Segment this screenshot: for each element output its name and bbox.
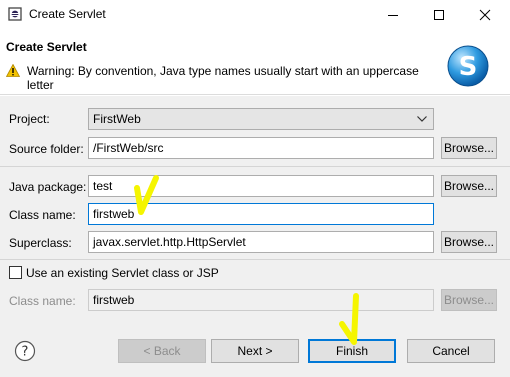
superclass-label: Superclass: [9, 236, 72, 250]
back-button: < Back [118, 339, 206, 363]
java-package-label: Java package: [9, 180, 87, 194]
finish-button[interactable]: Finish [308, 339, 396, 363]
title-bar: Create Servlet [0, 0, 510, 30]
use-existing-label[interactable]: Use an existing Servlet class or JSP [26, 266, 219, 280]
form-area: Project: FirstWeb Source folder: /FirstW… [0, 96, 510, 326]
java-package-browse-button[interactable]: Browse... [441, 175, 497, 197]
svg-text:S: S [459, 52, 478, 82]
cancel-button[interactable]: Cancel [407, 339, 495, 363]
superclass-input[interactable]: javax.servlet.http.HttpServlet [88, 231, 434, 253]
existing-class-label: Class name: [9, 294, 76, 308]
button-bar: ? < Back Next > Finish Cancel [0, 326, 510, 377]
source-folder-browse-button[interactable]: Browse... [441, 137, 497, 159]
banner-title: Create Servlet [6, 40, 87, 54]
class-name-input[interactable]: firstweb [88, 203, 434, 225]
project-select[interactable]: FirstWeb [88, 108, 434, 130]
help-icon[interactable]: ? [14, 340, 36, 362]
existing-class-browse-button: Browse... [441, 289, 497, 311]
window-title: Create Servlet [29, 7, 106, 21]
source-folder-label: Source folder: [9, 142, 84, 156]
warning-icon [6, 64, 20, 77]
superclass-browse-button[interactable]: Browse... [441, 231, 497, 253]
minimize-icon [388, 15, 398, 16]
existing-class-input: firstweb [88, 289, 434, 311]
servlet-logo-icon: S [447, 45, 489, 87]
separator [0, 259, 510, 260]
svg-text:?: ? [22, 345, 29, 360]
chevron-down-icon [417, 116, 427, 122]
class-name-label: Class name: [9, 208, 76, 222]
separator [0, 166, 510, 167]
close-button[interactable] [462, 0, 508, 30]
banner-message: Warning: By convention, Java type names … [27, 64, 419, 92]
minimize-button[interactable] [370, 0, 416, 30]
eclipse-icon [8, 7, 22, 21]
maximize-button[interactable] [416, 0, 462, 30]
use-existing-checkbox[interactable] [9, 266, 22, 279]
wizard-banner: Create Servlet Warning: By convention, J… [0, 30, 510, 95]
source-folder-input[interactable]: /FirstWeb/src [88, 137, 434, 159]
project-value: FirstWeb [93, 112, 141, 126]
close-icon [479, 9, 491, 21]
next-button[interactable]: Next > [211, 339, 299, 363]
project-label: Project: [9, 112, 50, 126]
java-package-input[interactable]: test [88, 175, 434, 197]
maximize-icon [434, 10, 444, 20]
